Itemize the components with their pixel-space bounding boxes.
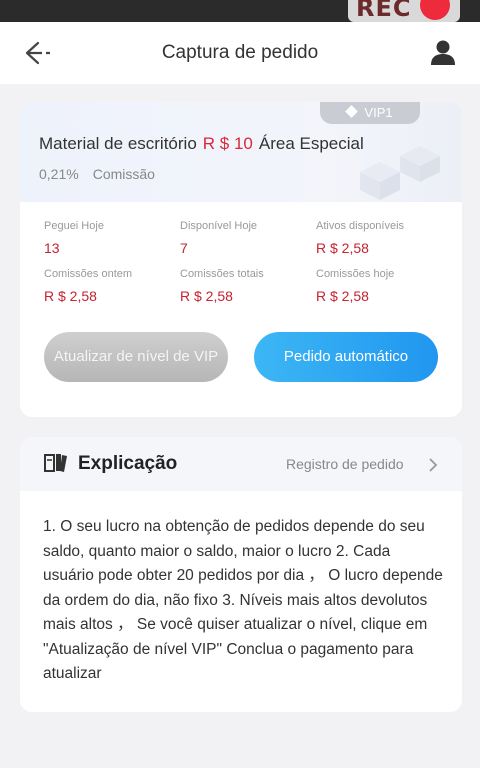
- product-title: Material de escritório R $ 10 Área Especia…: [39, 134, 364, 154]
- product-price: R $ 10: [202, 134, 253, 153]
- stat-commissions-yesterday: Comissões ontem R $ 2,58: [44, 268, 180, 308]
- upgrade-vip-button[interactable]: Atualizar de nível de VIP: [44, 332, 228, 382]
- stat-value: 7: [180, 240, 188, 256]
- stat-label: Ativos disponíveis: [316, 220, 405, 232]
- stat-label: Comissões totais: [180, 268, 264, 280]
- explanation-header: Explicação Registro de pedido: [20, 437, 462, 491]
- stat-value: R $ 2,58: [316, 288, 369, 304]
- stat-label: Disponível Hoje: [180, 220, 258, 232]
- commission-label: Comissão: [92, 166, 155, 182]
- commission-rate: 0,21%: [39, 166, 79, 182]
- boxes-icon: [350, 142, 450, 200]
- product-area: Área Especial: [258, 134, 364, 153]
- stat-label: Comissões ontem: [44, 268, 133, 280]
- auto-order-button[interactable]: Pedido automático: [254, 332, 438, 382]
- top-bar: Captura de pedido: [0, 22, 480, 84]
- user-icon[interactable]: [428, 38, 458, 68]
- commission-info: 0,21% Comissão: [39, 166, 155, 182]
- stat-taken-today: Peguei Hoje 13: [44, 220, 180, 260]
- book-icon: [44, 453, 68, 473]
- diamond-icon: [345, 105, 359, 118]
- stat-value: 13: [44, 240, 60, 256]
- stat-available-assets: Ativos disponíveis R $ 2,58: [316, 220, 454, 260]
- product-name: Material de escritório: [39, 134, 197, 153]
- stat-value: R $ 2,58: [316, 240, 369, 256]
- stat-commissions-today: Comissões hoje R $ 2,58: [316, 268, 454, 308]
- explanation-text: 1. O seu lucro na obtenção de pedidos de…: [43, 518, 443, 682]
- stat-value: R $ 2,58: [44, 288, 97, 304]
- stats-grid: Peguei Hoje 13 Disponível Hoje 7 Ativos di…: [44, 220, 454, 308]
- vip-badge-label: VIP1: [364, 105, 393, 120]
- explanation-title: Explicação: [78, 453, 178, 474]
- vip-badge: VIP1: [320, 102, 420, 124]
- recording-label: REC: [356, 0, 412, 22]
- explanation-card: Explicação Registro de pedido 1. O seu l…: [20, 437, 462, 712]
- order-card: VIP1 Material de escritório R $ 10 Área Es…: [20, 102, 462, 417]
- stat-available-today: Disponível Hoje 7: [180, 220, 316, 260]
- chevron-right-icon[interactable]: [428, 458, 438, 472]
- stat-commissions-total: Comissões totais R $ 2,58: [180, 268, 316, 308]
- page-title: Captura de pedido: [161, 42, 319, 63]
- order-history-link[interactable]: Registro de pedido: [286, 456, 404, 472]
- stat-value: R $ 2,58: [180, 288, 233, 304]
- stat-label: Peguei Hoje: [44, 220, 104, 232]
- stat-label: Comissões hoje: [316, 268, 395, 280]
